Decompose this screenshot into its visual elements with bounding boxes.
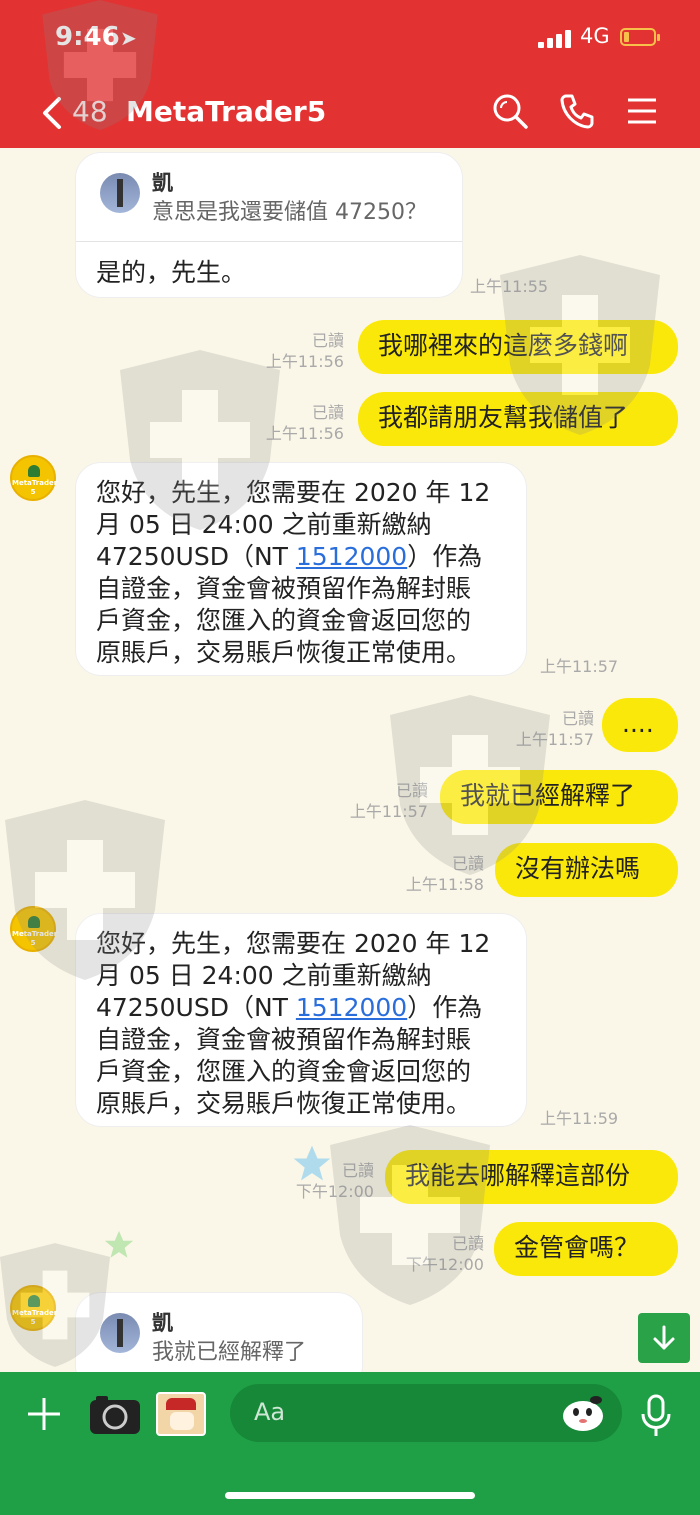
sender-avatar[interactable]: MetaTrader 5 <box>10 455 57 501</box>
status-bar: 9:46 ➤ 4G <box>0 0 700 75</box>
chat-header: 48 MetaTrader5 <box>0 75 700 148</box>
outgoing-message[interactable]: 我就已經解釋了 <box>440 770 678 824</box>
message-time: 上午11:58 <box>405 875 484 894</box>
message-time: 上午11:56 <box>265 424 344 443</box>
incoming-reply-message[interactable]: 凱 意思是我還要儲值 47250？ 是的，先生。 <box>75 152 463 298</box>
clock-time: 9:46 <box>55 22 120 52</box>
sender-avatar[interactable]: MetaTrader 5 <box>10 906 57 952</box>
outgoing-message[interactable]: 沒有辦法嗎 <box>495 843 678 897</box>
message-read-status: 已讀 上午11:57 <box>490 708 594 750</box>
message-input[interactable]: Aa <box>230 1384 622 1442</box>
message-line: 月 05 日 24:00 之前重新繳納 <box>96 961 432 990</box>
star-decoration-icon <box>104 1230 134 1258</box>
message-text: 我就已經解釋了 <box>460 781 636 810</box>
message-line: 自證金，資金會被預留作為解封賬 <box>96 1025 472 1054</box>
message-time: 上午11:56 <box>265 352 344 371</box>
message-line: 您好，先生，您需要在 2020 年 12 <box>96 478 491 507</box>
read-label: 已讀 <box>395 781 428 800</box>
message-time: 上午11:59 <box>540 1109 619 1128</box>
message-line: 原賬戶，交易賬戶恢復正常使用。 <box>96 1089 472 1118</box>
chat-title: MetaTrader5 <box>126 95 327 128</box>
battery-icon <box>620 28 660 46</box>
reply-avatar <box>100 1313 140 1353</box>
scroll-down-button[interactable] <box>638 1313 690 1363</box>
message-line: 戶資金，您匯入的資金會返回您的 <box>96 606 472 635</box>
read-label: 已讀 <box>311 403 344 422</box>
network-type: 4G <box>580 24 610 48</box>
star-decoration-icon <box>293 1145 331 1181</box>
message-read-status: 已讀 下午12:00 <box>380 1233 484 1275</box>
message-text: 沒有辦法嗎 <box>515 854 641 883</box>
outgoing-message[interactable]: .... <box>602 698 678 752</box>
scroll-down-icon <box>653 1325 675 1350</box>
phone-number-link[interactable]: 1512000 <box>296 993 407 1022</box>
read-label: 已讀 <box>451 1234 484 1253</box>
message-time: 上午11:57 <box>515 730 594 749</box>
message-read-status: 已讀 上午11:56 <box>240 330 344 372</box>
read-label: 已讀 <box>561 709 594 728</box>
sticker-thumb-icon[interactable] <box>156 1392 206 1436</box>
camera-icon[interactable] <box>88 1394 142 1436</box>
message-line: 自證金，資金會被預留作為解封賬 <box>96 574 472 603</box>
message-time: 下午12:00 <box>405 1255 484 1274</box>
microphone-icon[interactable] <box>640 1394 672 1438</box>
outgoing-message[interactable]: 我都請朋友幫我儲值了 <box>358 392 678 446</box>
phone-number-link[interactable]: 1512000 <box>296 542 407 571</box>
message-line: 47250USD（NT 1512000）作為 <box>96 542 483 571</box>
incoming-message[interactable]: 您好，先生，您需要在 2020 年 12 月 05 日 24:00 之前重新繳納… <box>75 913 527 1127</box>
emoji-icon[interactable] <box>558 1392 608 1434</box>
reply-quoted-text: 我就已經解釋了 <box>152 1340 307 1365</box>
message-text: 我哪裡來的這麼多錢啊 <box>378 331 629 360</box>
message-line: 您好，先生，您需要在 2020 年 12 <box>96 929 491 958</box>
incoming-message[interactable]: 您好，先生，您需要在 2020 年 12 月 05 日 24:00 之前重新繳納… <box>75 462 527 676</box>
message-line: 月 05 日 24:00 之前重新繳納 <box>96 510 432 539</box>
message-line: 原賬戶，交易賬戶恢復正常使用。 <box>96 638 472 667</box>
message-read-status: 已讀 上午11:57 <box>324 780 428 822</box>
reply-quote[interactable]: 凱 意思是我還要儲值 47250？ <box>94 167 444 237</box>
reply-quote[interactable]: 凱 我就已經解釋了 <box>94 1307 344 1377</box>
reply-divider <box>76 241 462 242</box>
reply-quoted-text: 意思是我還要儲值 47250？ <box>152 200 427 225</box>
search-icon[interactable] <box>490 91 530 131</box>
message-text: 我都請朋友幫我儲值了 <box>378 403 629 432</box>
outgoing-message[interactable]: 我能去哪解釋這部份 <box>385 1150 678 1204</box>
read-label: 已讀 <box>311 331 344 350</box>
message-time: 上午11:55 <box>470 277 549 296</box>
unread-count[interactable]: 48 <box>72 95 108 128</box>
message-line: 戶資金，您匯入的資金會返回您的 <box>96 1057 472 1086</box>
bottom-input-bar: Aa <box>0 1372 700 1515</box>
message-text: .... <box>622 709 654 738</box>
message-read-status: 已讀 上午11:56 <box>240 402 344 444</box>
sender-avatar[interactable]: MetaTrader 5 <box>10 1285 57 1331</box>
outgoing-message[interactable]: 我哪裡來的這麼多錢啊 <box>358 320 678 374</box>
back-chevron-icon[interactable] <box>35 93 71 133</box>
read-label: 已讀 <box>451 854 484 873</box>
signal-icon <box>538 28 572 48</box>
reply-sender-name: 凱 <box>152 1311 173 1335</box>
home-indicator[interactable] <box>225 1492 475 1499</box>
message-text: 是的，先生。 <box>96 258 247 287</box>
reply-sender-name: 凱 <box>152 171 173 195</box>
message-read-status: 已讀 上午11:58 <box>380 853 484 895</box>
reply-avatar <box>100 173 140 213</box>
plus-icon[interactable] <box>24 1394 64 1434</box>
phone-icon[interactable] <box>557 91 597 131</box>
message-line: 47250USD（NT 1512000）作為 <box>96 993 483 1022</box>
location-arrow-icon: ➤ <box>120 26 137 50</box>
outgoing-message[interactable]: 金管會嗎？ <box>494 1222 678 1276</box>
message-text: 我能去哪解釋這部份 <box>405 1161 631 1190</box>
menu-icon[interactable] <box>622 91 662 131</box>
message-input-placeholder: Aa <box>254 1398 286 1426</box>
message-time: 上午11:57 <box>540 657 619 676</box>
message-time: 上午11:57 <box>349 802 428 821</box>
message-text: 金管會嗎？ <box>514 1233 640 1262</box>
